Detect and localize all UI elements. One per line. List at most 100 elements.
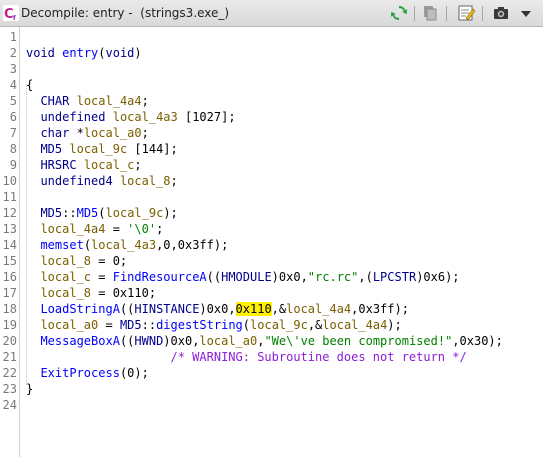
code-type-token[interactable]: MD5 <box>120 318 142 332</box>
code-line[interactable]: } <box>26 381 33 397</box>
code-line[interactable]: MessageBoxA((HWND)0x0,local_a0,"We\'ve b… <box>26 333 502 349</box>
code-type-token[interactable]: LPCSTR <box>373 270 416 284</box>
code-token: ,( <box>358 270 373 284</box>
line-number: 20 <box>2 334 17 348</box>
code-variable-token[interactable]: local_a0 <box>199 334 257 348</box>
code-type-token[interactable]: char <box>40 126 69 140</box>
code-line[interactable]: undefined4 local_8; <box>26 173 177 189</box>
code-line[interactable]: LoadStringA((HINSTANCE)0x0,0x110,&local_… <box>26 301 409 317</box>
code-function-token[interactable]: digestString <box>156 318 243 332</box>
code-line[interactable]: char *local_a0; <box>26 125 148 141</box>
code-line[interactable]: ExitProcess(0); <box>26 365 148 381</box>
code-variable-token[interactable]: local_9c <box>106 206 164 220</box>
code-line[interactable]: { <box>26 77 33 93</box>
code-variable-token[interactable]: local_c <box>40 270 91 284</box>
code-variable-token[interactable]: local_8 <box>120 174 171 188</box>
code-type-token[interactable]: MD5 <box>40 142 62 156</box>
more-actions-icon[interactable] <box>516 3 536 23</box>
code-type-token[interactable]: HMODULE <box>221 270 272 284</box>
code-variable-token[interactable]: local_8 <box>40 286 91 300</box>
code-type-token[interactable]: void <box>106 46 135 60</box>
code-function-token[interactable]: LoadStringA <box>40 302 119 316</box>
decompiler-code-view[interactable]: 1 2 3 4 5 6 7 8 9 10 11 12 13 14 15 16 17 18 19 20 21 22 23 24 … <box>0 27 543 457</box>
code-line[interactable]: void entry(void) <box>26 45 142 61</box>
code-line[interactable]: /* WARNING: Subroutine does not return *… <box>26 349 467 365</box>
code-line[interactable]: CHAR local_4a4; <box>26 93 148 109</box>
code-variable-token[interactable]: local_4a3 <box>113 110 178 124</box>
code-token: = <box>98 318 120 332</box>
code-token: (( <box>206 270 222 284</box>
line-number: 8 <box>9 142 17 156</box>
svg-text:f: f <box>13 15 16 21</box>
code-token: (( <box>119 334 135 348</box>
code-type-token[interactable]: void <box>26 46 55 60</box>
title-file: (strings3.exe_) <box>140 6 230 20</box>
code-line[interactable]: local_4a4 = '\0'; <box>26 221 163 237</box>
snapshot-icon[interactable] <box>491 3 511 23</box>
code-line[interactable]: local_c = FindResourceA((HMODULE)0x0,"rc… <box>26 269 459 285</box>
code-line[interactable]: MD5::MD5(local_9c); <box>26 205 177 221</box>
code-variable-token[interactable]: local_8 <box>40 254 91 268</box>
code-line[interactable]: MD5 local_9c [144]; <box>26 141 177 157</box>
code-token: (( <box>119 302 135 316</box>
code-variable-token[interactable]: local_4a4 <box>40 222 105 236</box>
code-type-token[interactable]: undefined4 <box>40 174 112 188</box>
code-variable-token[interactable]: local_9c <box>69 142 127 156</box>
code-type-token[interactable]: MD5 <box>40 206 62 220</box>
code-highlighted-token[interactable]: 0x110 <box>235 302 272 316</box>
code-variable-token[interactable]: local_4a4 <box>322 318 387 332</box>
code-token: ) <box>134 46 142 60</box>
copy-icon[interactable] <box>420 3 440 23</box>
code-line[interactable]: undefined local_4a3 [1027]; <box>26 109 235 125</box>
code-line[interactable]: HRSRC local_c; <box>26 157 142 173</box>
code-type-token[interactable]: HRSRC <box>40 158 76 172</box>
code-string-token: '\0' <box>127 222 157 236</box>
toolbar-separator <box>446 6 447 21</box>
code-line[interactable]: local_8 = 0x110; <box>26 285 156 301</box>
code-variable-token[interactable]: local_4a4 <box>77 94 142 108</box>
title-prefix: Decompile: entry - <box>21 6 133 20</box>
line-number: 4 <box>9 78 17 92</box>
code-token: ,& <box>307 318 323 332</box>
code-function-token[interactable]: entry <box>62 46 98 60</box>
code-line[interactable]: memset(local_4a3,0,0x3ff); <box>26 237 228 253</box>
code-type-token[interactable]: undefined <box>40 110 105 124</box>
code-line[interactable]: local_a0 = MD5::digestString(local_9c,&l… <box>26 317 401 333</box>
code-token: * <box>69 126 84 140</box>
refresh-icon[interactable] <box>389 3 409 23</box>
line-number: 5 <box>9 94 17 108</box>
code-variable-token[interactable]: local_9c <box>250 318 308 332</box>
code-variable-token[interactable]: local_a0 <box>40 318 98 332</box>
code-function-token[interactable]: memset <box>40 238 83 252</box>
code-variable-token[interactable]: local_c <box>84 158 135 172</box>
line-number: 15 <box>2 254 17 268</box>
code-function-token[interactable]: FindResourceA <box>113 270 207 284</box>
code-function-token[interactable]: MessageBoxA <box>40 334 119 348</box>
code-line[interactable]: local_8 = 0; <box>26 253 127 269</box>
edit-function-signature-icon[interactable] <box>456 3 476 23</box>
code-variable-token[interactable]: local_a0 <box>84 126 142 140</box>
line-number: 23 <box>2 382 17 396</box>
line-number: 24 <box>2 398 17 412</box>
code-function-token[interactable]: MD5 <box>77 206 99 220</box>
code-token: ( <box>98 206 106 220</box>
code-token: = 0x110; <box>91 286 157 300</box>
code-type-token[interactable]: HWND <box>134 334 163 348</box>
code-token: )0x0, <box>271 270 308 284</box>
line-number: 11 <box>2 190 17 204</box>
code-function-token[interactable]: ExitProcess <box>40 366 119 380</box>
code-type-token[interactable]: CHAR <box>40 94 69 108</box>
code-variable-token[interactable]: local_4a4 <box>286 302 351 316</box>
code-type-token[interactable]: HINSTANCE <box>134 302 199 316</box>
code-variable-token[interactable]: local_4a3 <box>91 238 156 252</box>
code-token: ; <box>134 158 142 172</box>
